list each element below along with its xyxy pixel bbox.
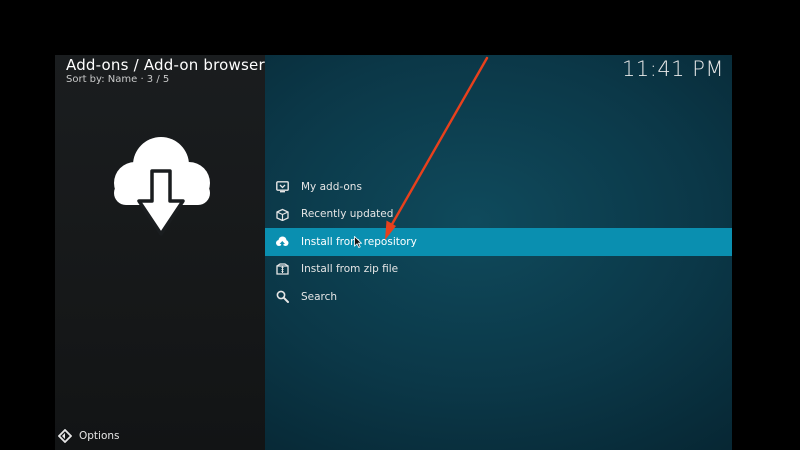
search-icon — [275, 290, 289, 304]
menu-item-search[interactable]: Search — [265, 283, 732, 311]
options-label: Options — [79, 430, 120, 442]
sort-info[interactable]: Sort by: Name · 3 / 5 — [66, 74, 169, 85]
menu-item-label: Install from zip file — [301, 263, 399, 276]
addon-menu: My add-ons Recently updated Install from… — [265, 173, 732, 311]
menu-item-label: Search — [301, 290, 338, 303]
kodi-addon-browser: Add-ons / Add-on browser Sort by: Name ·… — [55, 55, 732, 450]
open-box-icon — [275, 207, 289, 221]
zip-box-icon — [275, 262, 289, 276]
menu-item-install-from-zip[interactable]: Install from zip file — [265, 256, 732, 284]
menu-item-label: My add-ons — [301, 180, 362, 193]
left-panel: Add-ons / Add-on browser Sort by: Name ·… — [55, 55, 265, 450]
menu-item-recently-updated[interactable]: Recently updated — [265, 201, 732, 229]
cloud-download-icon — [114, 137, 210, 236]
page-title: Add-ons / Add-on browser — [66, 56, 265, 74]
clock: 11:41 PM — [622, 57, 724, 81]
cloud-upload-icon — [275, 235, 289, 249]
screen: Add-ons / Add-on browser Sort by: Name ·… — [0, 0, 800, 450]
menu-item-label: Recently updated — [301, 208, 394, 221]
options-button[interactable]: Options — [58, 429, 120, 443]
menu-item-install-from-repository[interactable]: Install from repository — [265, 228, 732, 256]
menu-item-my-addons[interactable]: My add-ons — [265, 173, 732, 201]
mouse-cursor-icon — [354, 236, 362, 248]
diamond-arrows-icon — [58, 429, 72, 443]
monitor-box-icon — [275, 180, 289, 194]
